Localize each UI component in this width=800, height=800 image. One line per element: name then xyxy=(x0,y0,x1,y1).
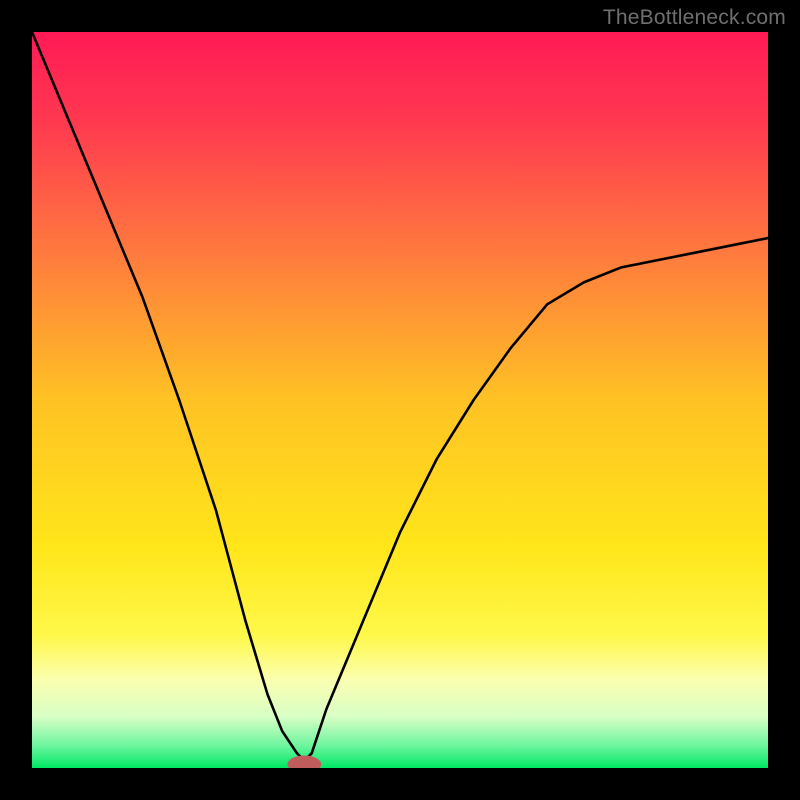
gradient-background xyxy=(32,32,768,768)
chart-frame: TheBottleneck.com xyxy=(0,0,800,800)
bottleneck-chart-svg xyxy=(32,32,768,768)
watermark-text: TheBottleneck.com xyxy=(603,6,786,30)
plot-area xyxy=(32,32,768,768)
